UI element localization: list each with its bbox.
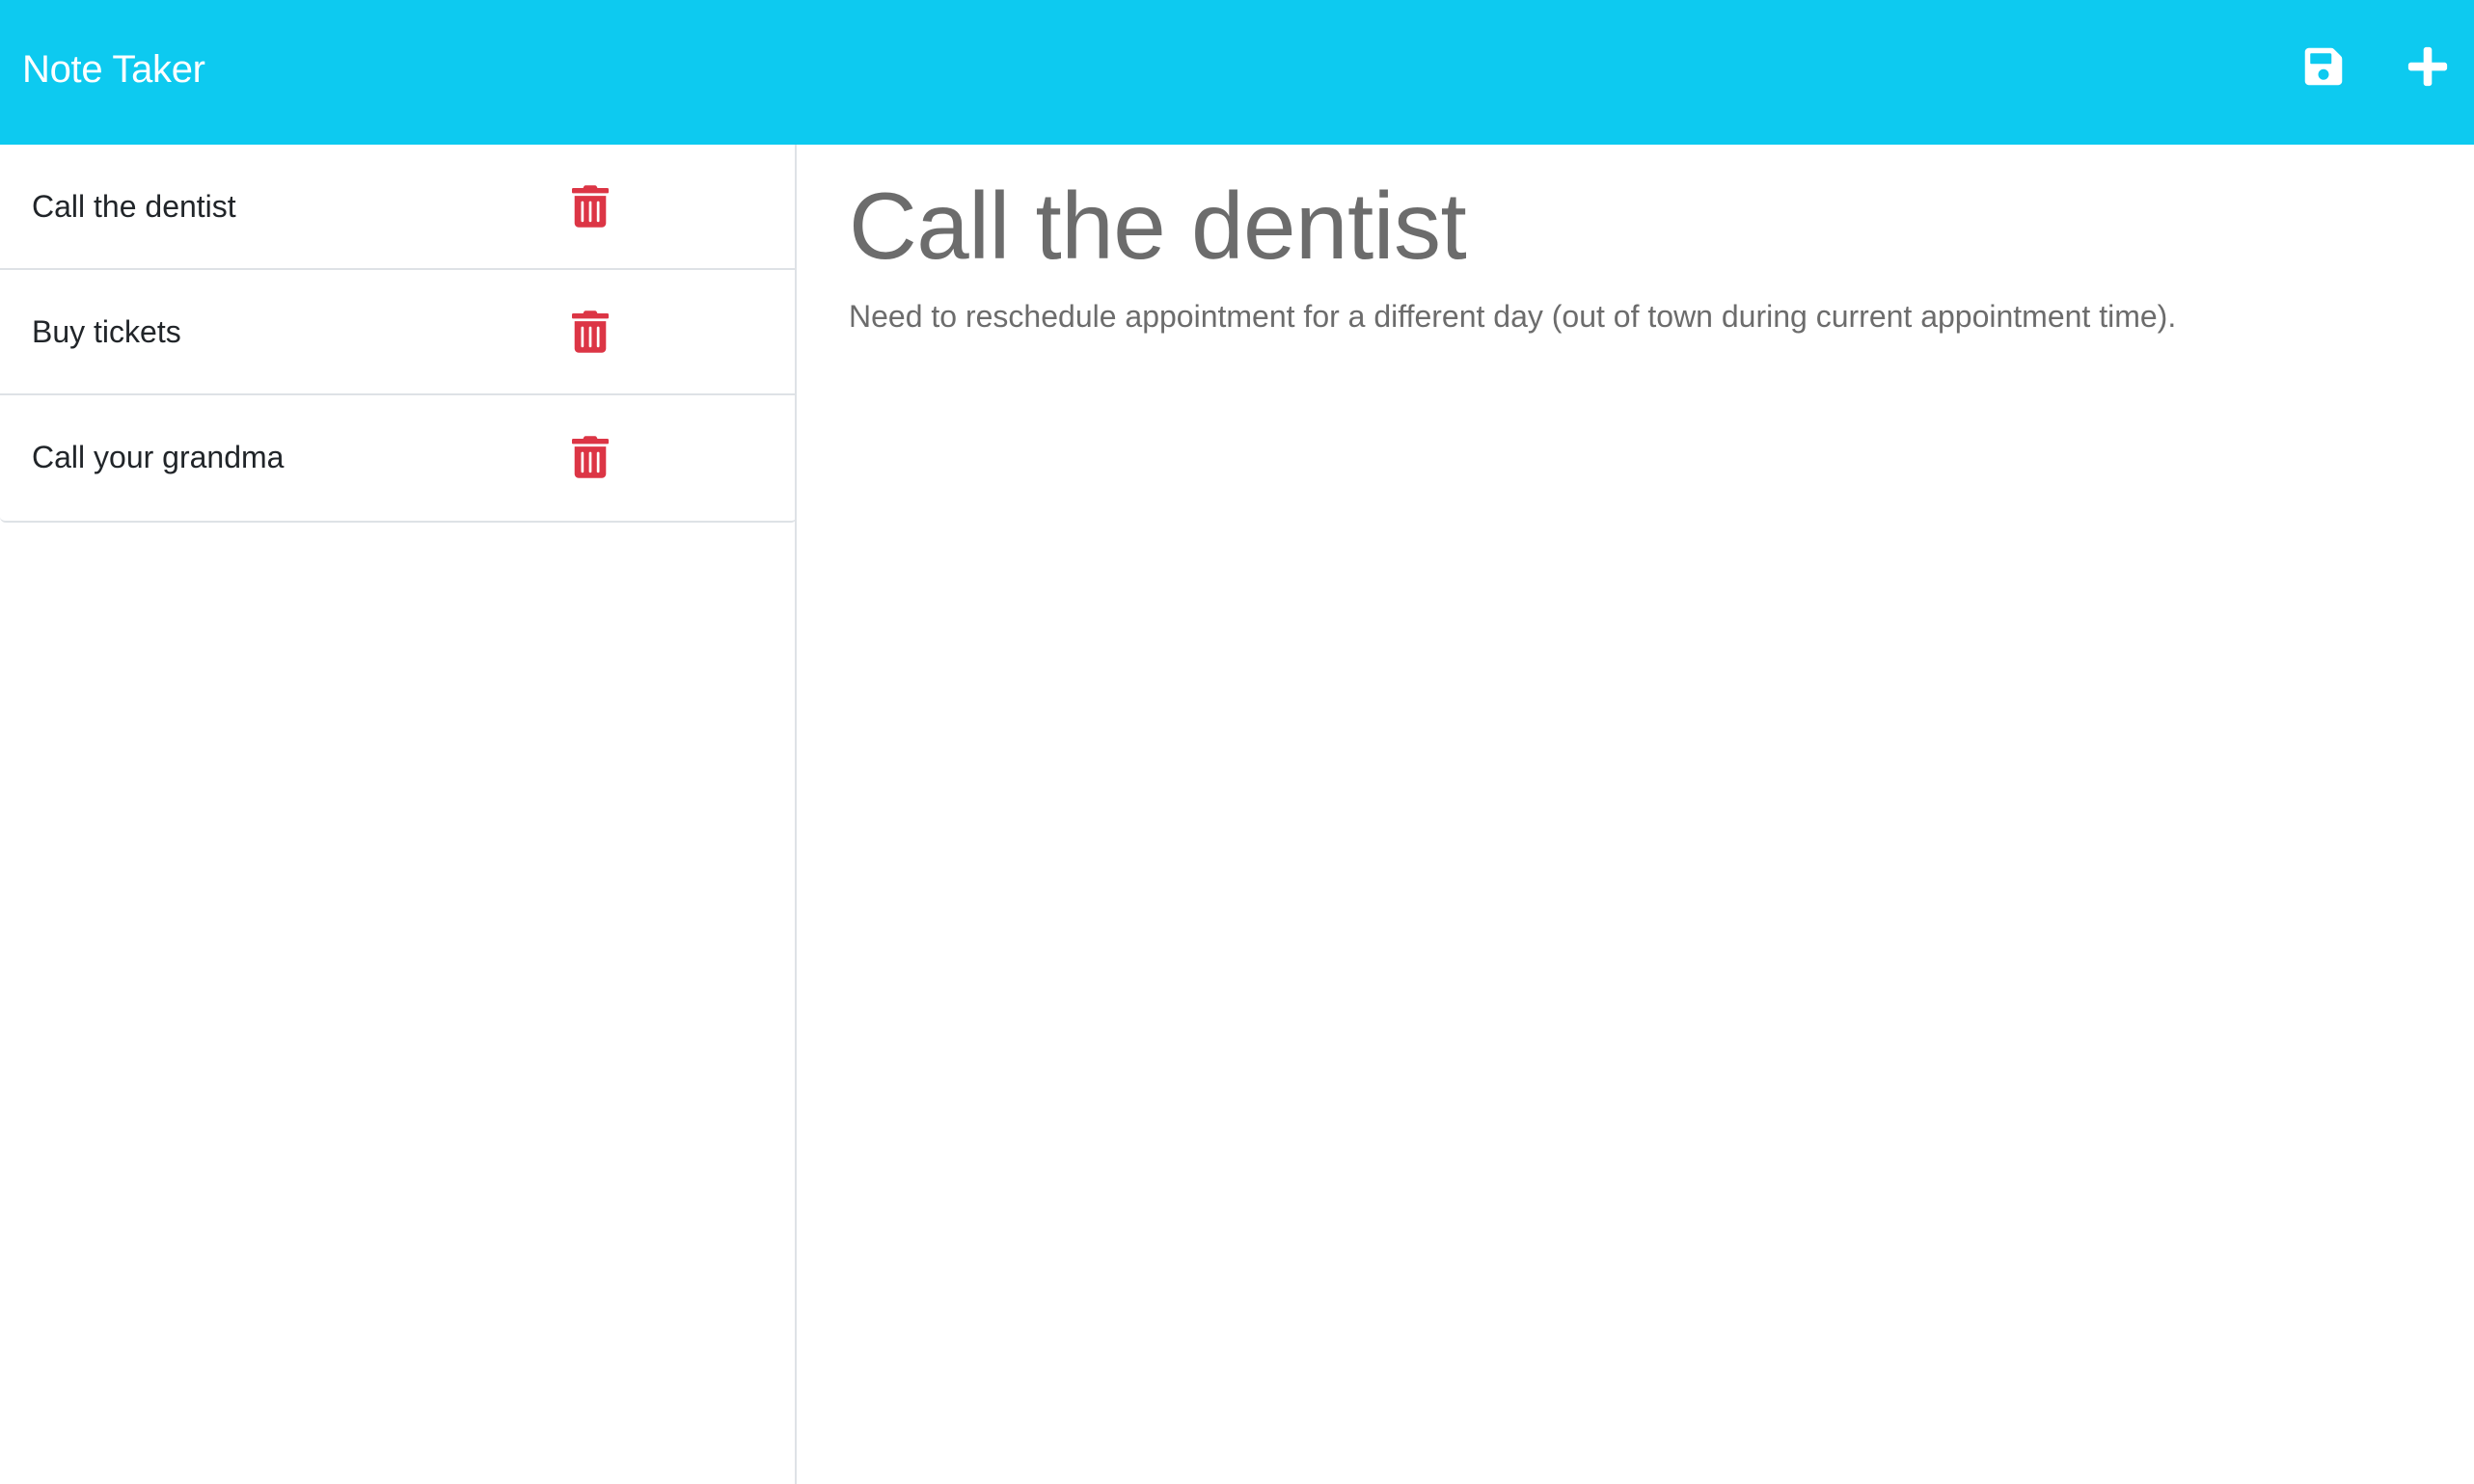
note-list-item[interactable]: Call the dentist <box>0 145 797 270</box>
note-list-title[interactable]: Call the dentist <box>32 145 236 268</box>
note-title-input[interactable] <box>849 168 2392 283</box>
note-list-item[interactable]: Call your grandma <box>0 395 797 521</box>
app-brand[interactable]: Note Taker <box>22 46 205 93</box>
note-list: Call the dentist Buy tickets Call your g… <box>0 145 797 523</box>
note-list-item[interactable]: Buy tickets <box>0 270 797 395</box>
note-list-title[interactable]: Buy tickets <box>32 270 181 393</box>
new-note-button[interactable] <box>2403 41 2453 92</box>
note-text-area[interactable]: Need to reschedule appointment for a dif… <box>849 295 2431 1356</box>
note-list-title[interactable]: Call your grandma <box>32 395 284 519</box>
notes-sidebar: Call the dentist Buy tickets Call your g… <box>0 145 797 1484</box>
plus-icon <box>2407 46 2448 87</box>
save-icon <box>2304 47 2343 86</box>
note-editor: Need to reschedule appointment for a dif… <box>799 145 2474 1484</box>
navbar: Note Taker <box>0 0 2474 145</box>
trash-icon[interactable] <box>572 310 609 353</box>
save-note-button[interactable] <box>2298 41 2349 92</box>
trash-icon[interactable] <box>572 436 609 478</box>
trash-icon[interactable] <box>572 185 609 228</box>
